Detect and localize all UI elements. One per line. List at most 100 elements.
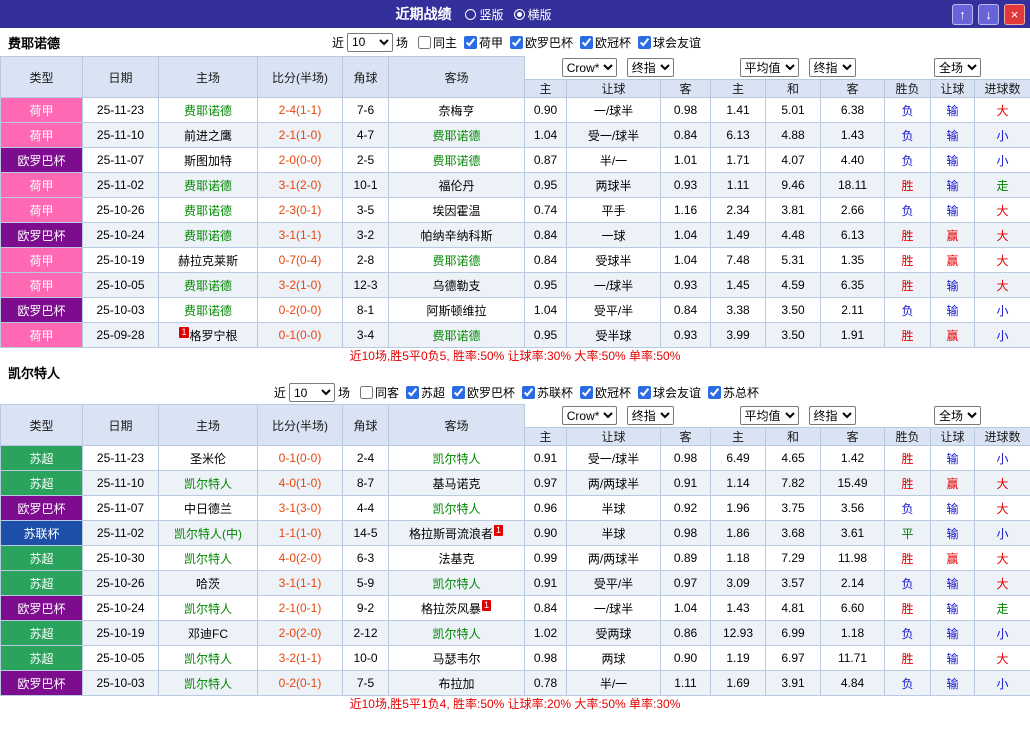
league-filter-1-checkbox[interactable] bbox=[452, 386, 465, 399]
result-outcome: 负 bbox=[885, 298, 931, 323]
eu-home-odds: 1.14 bbox=[711, 471, 766, 496]
ah-handicap: 半/一 bbox=[567, 671, 661, 696]
col-header-goals-result: 进球数 bbox=[975, 428, 1030, 446]
league-filter-4-checkbox[interactable] bbox=[638, 386, 651, 399]
eu-home-odds: 6.49 bbox=[711, 446, 766, 471]
down-arrow-icon: ↓ bbox=[985, 8, 992, 21]
match-date: 25-10-26 bbox=[83, 571, 159, 596]
layout-radio-vertical[interactable] bbox=[465, 9, 476, 20]
europe-source-select[interactable]: 平均值 bbox=[740, 406, 799, 425]
result-handicap: 输 bbox=[931, 671, 975, 696]
away-team: 布拉加 bbox=[389, 671, 525, 696]
same-venue-filter-checkbox[interactable] bbox=[360, 386, 373, 399]
scroll-up-button[interactable]: ↑ bbox=[952, 4, 973, 25]
eu-draw-odds: 5.01 bbox=[766, 98, 821, 123]
score: 2-0(2-0) bbox=[258, 621, 343, 646]
layout-radio-horizontal[interactable] bbox=[514, 9, 525, 20]
eu-away-odds: 11.71 bbox=[821, 646, 885, 671]
ah-away-odds: 0.90 bbox=[661, 646, 711, 671]
titlebar-buttons: ↑ ↓ × bbox=[952, 4, 1025, 25]
odds-source-select[interactable]: Crow* bbox=[562, 58, 617, 77]
league-filter-0-checkbox[interactable] bbox=[464, 36, 477, 49]
col-header-eu-away: 客 bbox=[821, 428, 885, 446]
result-handicap: 输 bbox=[931, 148, 975, 173]
scope-select[interactable]: 全场 bbox=[934, 406, 981, 425]
result-goals: 小 bbox=[975, 621, 1030, 646]
match-date: 25-10-19 bbox=[83, 248, 159, 273]
odds-period-select[interactable]: 终指 bbox=[627, 58, 674, 77]
ah-home-odds: 0.97 bbox=[525, 471, 567, 496]
match-row: 荷甲25-10-19赫拉克莱斯0-7(0-4)2-8费耶诺德0.84受球半1.0… bbox=[1, 248, 1030, 273]
close-button[interactable]: × bbox=[1004, 4, 1025, 25]
away-team: 格拉茨风暴1 bbox=[389, 596, 525, 621]
home-team-name: 凯尔特人 bbox=[184, 552, 232, 566]
col-header-goals-result: 进球数 bbox=[975, 80, 1030, 98]
col-header-ah-away: 客 bbox=[661, 80, 711, 98]
ah-handicap: 一/球半 bbox=[567, 273, 661, 298]
away-team: 福伦丹 bbox=[389, 173, 525, 198]
result-goals: 大 bbox=[975, 571, 1030, 596]
eu-home-odds: 1.71 bbox=[711, 148, 766, 173]
odds-source-select[interactable]: Crow* bbox=[562, 406, 617, 425]
home-team-name: 凯尔特人 bbox=[184, 652, 232, 666]
same-venue-filter: 同客 bbox=[360, 384, 399, 401]
europe-source-select[interactable]: 平均值 bbox=[740, 58, 799, 77]
ah-home-odds: 1.04 bbox=[525, 123, 567, 148]
score: 0-7(0-4) bbox=[258, 248, 343, 273]
corner-score: 2-12 bbox=[343, 621, 389, 646]
eu-away-odds: 15.49 bbox=[821, 471, 885, 496]
layout-radio-label-horizontal: 横版 bbox=[528, 6, 552, 23]
team-section-feyenoord: 费耶诺德 近10场同主荷甲欧罗巴杯欧冠杯球会友谊 类型 日期 主场 比分(半场)… bbox=[0, 28, 1030, 364]
league-filter-0-checkbox[interactable] bbox=[406, 386, 419, 399]
europe-period-select[interactable]: 终指 bbox=[809, 406, 856, 425]
ah-handicap: 半球 bbox=[567, 521, 661, 546]
eu-draw-odds: 3.91 bbox=[766, 671, 821, 696]
scope-select[interactable]: 全场 bbox=[934, 58, 981, 77]
col-header-eu-home: 主 bbox=[711, 80, 766, 98]
ah-away-odds: 0.93 bbox=[661, 273, 711, 298]
match-count-select[interactable]: 10 bbox=[289, 383, 335, 402]
away-team-name: 费耶诺德 bbox=[432, 154, 480, 168]
col-header-outcome: 胜负 bbox=[885, 80, 931, 98]
league-filter-2-checkbox[interactable] bbox=[580, 36, 593, 49]
match-date: 25-10-26 bbox=[83, 198, 159, 223]
eu-away-odds: 1.42 bbox=[821, 446, 885, 471]
home-team-name: 赫拉克莱斯 bbox=[178, 254, 238, 268]
league-filter-3-checkbox[interactable] bbox=[580, 386, 593, 399]
scroll-down-button[interactable]: ↓ bbox=[978, 4, 999, 25]
result-handicap: 输 bbox=[931, 273, 975, 298]
ah-handicap: 受平/半 bbox=[567, 298, 661, 323]
col-header-away: 客场 bbox=[389, 405, 525, 446]
league-filter-3-checkbox[interactable] bbox=[638, 36, 651, 49]
result-outcome: 胜 bbox=[885, 173, 931, 198]
result-goals: 大 bbox=[975, 646, 1030, 671]
eu-draw-odds: 3.75 bbox=[766, 496, 821, 521]
ah-handicap: 一球 bbox=[567, 223, 661, 248]
odds-period-select[interactable]: 终指 bbox=[627, 406, 674, 425]
result-goals: 大 bbox=[975, 198, 1030, 223]
eu-draw-odds: 9.46 bbox=[766, 173, 821, 198]
match-count-select[interactable]: 10 bbox=[347, 33, 393, 52]
league-filter-1-checkbox[interactable] bbox=[510, 36, 523, 49]
result-outcome: 胜 bbox=[885, 596, 931, 621]
same-venue-filter-checkbox[interactable] bbox=[418, 36, 431, 49]
eu-draw-odds: 4.48 bbox=[766, 223, 821, 248]
europe-period-select[interactable]: 终指 bbox=[809, 58, 856, 77]
header-control-row: 类型 日期 主场 比分(半场) 角球 客场 Crow*终指 平均值终指 全场 bbox=[1, 57, 1030, 80]
league-filter-1: 欧罗巴杯 bbox=[452, 384, 515, 401]
eu-away-odds: 2.14 bbox=[821, 571, 885, 596]
league-filter-3-label: 欧冠杯 bbox=[595, 384, 631, 401]
result-handicap: 赢 bbox=[931, 471, 975, 496]
eu-draw-odds: 3.68 bbox=[766, 521, 821, 546]
score: 3-1(1-1) bbox=[258, 571, 343, 596]
match-date: 25-10-24 bbox=[83, 596, 159, 621]
result-outcome: 胜 bbox=[885, 323, 931, 348]
league-filter-0-label: 荷甲 bbox=[479, 34, 503, 51]
league-filter-5-checkbox[interactable] bbox=[708, 386, 721, 399]
league-badge: 荷甲 bbox=[1, 98, 83, 123]
ah-handicap: 受两球 bbox=[567, 621, 661, 646]
league-filter-2-checkbox[interactable] bbox=[522, 386, 535, 399]
corner-score: 8-7 bbox=[343, 471, 389, 496]
result-handicap: 赢 bbox=[931, 323, 975, 348]
match-row: 苏超25-10-05凯尔特人3-2(1-1)10-0马瑟韦尔0.98两球0.90… bbox=[1, 646, 1030, 671]
